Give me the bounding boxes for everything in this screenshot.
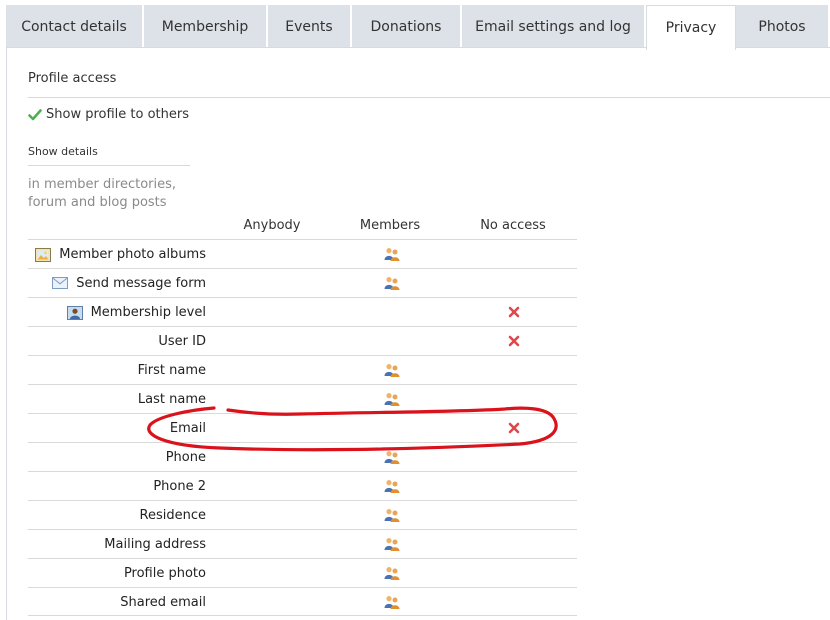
row-label: Member photo albums: [35, 247, 206, 262]
members-access-icon[interactable]: [382, 536, 402, 552]
tab-label: Email settings and log: [475, 18, 631, 35]
row-label: Residence: [140, 508, 206, 523]
column-header-members: Members: [359, 218, 421, 233]
row-label: Mailing address: [104, 537, 206, 552]
table-row-shared-email: Shared email: [28, 587, 577, 616]
no-access-x-icon[interactable]: [504, 304, 524, 320]
member-card-icon: [66, 305, 83, 320]
tab-label: Privacy: [665, 20, 717, 36]
members-access-icon[interactable]: [382, 565, 402, 581]
tab-membership[interactable]: Membership: [144, 5, 268, 48]
row-label: Phone 2: [153, 479, 206, 494]
divider: [28, 165, 190, 166]
table-row-first-name: First name: [28, 355, 577, 384]
table-row-member-photo-albums: Member photo albums: [28, 239, 577, 268]
show-profile-label: Show profile to others: [46, 107, 189, 122]
members-access-icon[interactable]: [382, 449, 402, 465]
show-details-label: Show details: [28, 145, 98, 158]
row-label: Membership level: [66, 305, 206, 320]
table-row-email: Email: [28, 413, 577, 442]
tab-underline: [736, 47, 830, 48]
table-row-residence: Residence: [28, 500, 577, 529]
table-row-last-name: Last name: [28, 384, 577, 413]
envelope-icon: [52, 276, 69, 291]
row-label: Send message form: [52, 276, 206, 291]
row-label-text: Profile photo: [123, 566, 206, 581]
row-label-text: Membership level: [90, 305, 206, 320]
members-access-icon[interactable]: [382, 507, 402, 523]
tab-label: Photos: [758, 18, 806, 35]
tab-contact-details[interactable]: Contact details: [6, 5, 144, 48]
row-label-text: Phone 2: [153, 479, 206, 494]
tab-label: Contact details: [21, 18, 127, 35]
no-access-x-icon[interactable]: [504, 420, 524, 436]
row-label-text: Email: [169, 421, 206, 436]
members-access-icon[interactable]: [382, 362, 402, 378]
row-label-text: User ID: [158, 334, 206, 349]
row-label: Profile photo: [124, 566, 206, 581]
table-row-user-id: User ID: [28, 326, 577, 355]
table-row-send-message-form: Send message form: [28, 268, 577, 297]
members-access-icon[interactable]: [382, 478, 402, 494]
table-row-profile-photo: Profile photo: [28, 558, 577, 587]
members-access-icon[interactable]: [382, 594, 402, 610]
table-row-phone-2: Phone 2: [28, 471, 577, 500]
details-description: in member directories, forum and blog po…: [28, 177, 177, 210]
tab-photos[interactable]: Photos: [736, 5, 830, 48]
row-label-text: Member photo albums: [59, 247, 206, 262]
tab-label: Events: [285, 18, 333, 35]
tab-label: Donations: [370, 18, 442, 35]
row-label-text: Last name: [137, 392, 206, 407]
row-label: First name: [138, 363, 206, 378]
row-label-text: Phone: [165, 450, 206, 465]
table-row-phone: Phone: [28, 442, 577, 471]
row-label-text: Mailing address: [104, 537, 206, 552]
row-label-text: Residence: [139, 508, 206, 523]
column-header-anybody: Anybody: [243, 218, 301, 233]
tab-email-settings-and-log[interactable]: Email settings and log: [462, 5, 646, 48]
row-label-text: Send message form: [76, 276, 206, 291]
section-title: Profile access: [28, 71, 117, 86]
row-label: User ID: [158, 334, 206, 349]
tab-underline: [6, 47, 646, 48]
show-profile-toggle[interactable]: Show profile to others: [28, 107, 189, 122]
tab-label: Membership: [161, 18, 249, 35]
row-label: Last name: [138, 392, 206, 407]
divider: [28, 97, 830, 98]
tab-events[interactable]: Events: [268, 5, 352, 48]
members-access-icon[interactable]: [382, 246, 402, 262]
table-row-membership-level: Membership level: [28, 297, 577, 326]
members-access-icon[interactable]: [382, 391, 402, 407]
table-row-mailing-address: Mailing address: [28, 529, 577, 558]
row-label-text: Shared email: [120, 595, 206, 610]
column-header-no-access: No access: [480, 218, 546, 233]
tab-bar: Contact details Membership Events Donati…: [0, 0, 830, 50]
row-label: Email: [170, 421, 206, 436]
checkmark-icon: [28, 108, 42, 122]
panel-border: [6, 48, 7, 620]
no-access-x-icon[interactable]: [504, 333, 524, 349]
members-access-icon[interactable]: [382, 275, 402, 291]
photo-album-icon: [35, 247, 52, 262]
row-label: Phone: [166, 450, 206, 465]
access-table: Member photo albums Send message form Memb…: [28, 239, 577, 616]
tab-donations[interactable]: Donations: [352, 5, 462, 48]
row-label-text: First name: [137, 363, 206, 378]
tab-privacy[interactable]: Privacy: [646, 5, 736, 50]
row-label: Shared email: [120, 595, 206, 610]
